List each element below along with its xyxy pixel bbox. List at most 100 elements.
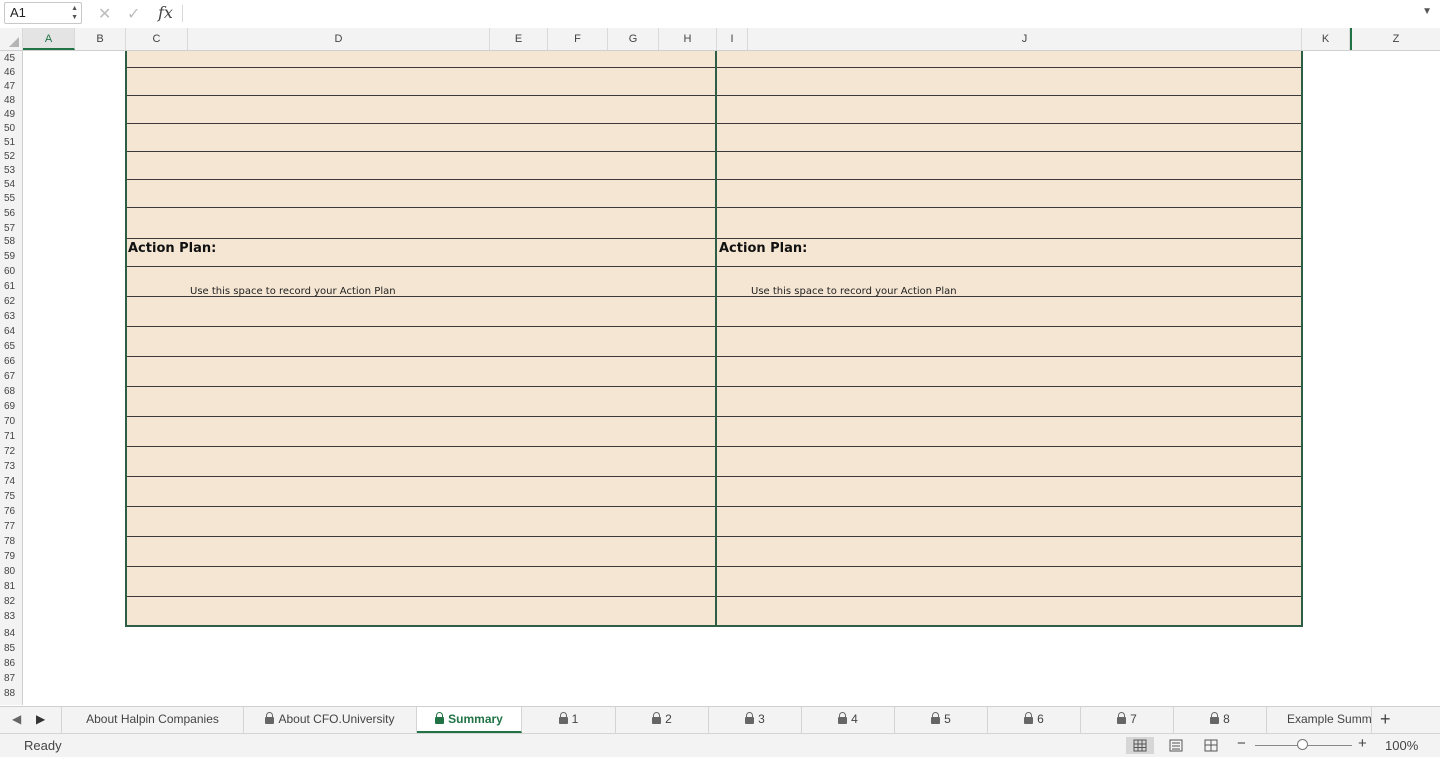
tab-label: 3: [758, 712, 765, 726]
row-header[interactable]: 74: [0, 476, 23, 488]
cancel-icon[interactable]: ✕: [98, 4, 111, 24]
insert-function-icon[interactable]: fx: [158, 3, 173, 22]
column-header-c[interactable]: C: [126, 28, 188, 50]
row-header[interactable]: 54: [0, 179, 23, 191]
cell-border: [127, 386, 715, 387]
column-header-i[interactable]: I: [717, 28, 748, 50]
tab-sheet-6[interactable]: 6: [988, 707, 1081, 733]
row-header[interactable]: 64: [0, 326, 23, 338]
zoom-in-button[interactable]: +: [1358, 735, 1367, 752]
row-header[interactable]: 61: [0, 281, 23, 293]
row-header[interactable]: 67: [0, 371, 23, 383]
row-header[interactable]: 71: [0, 431, 23, 443]
column-header-e[interactable]: E: [490, 28, 548, 50]
column-header-z[interactable]: Z: [1352, 28, 1440, 50]
row-header[interactable]: 63: [0, 311, 23, 323]
page-layout-button[interactable]: [1162, 737, 1190, 754]
cell-border: [127, 95, 715, 96]
column-header-f[interactable]: F: [548, 28, 608, 50]
row-header[interactable]: 83: [0, 611, 23, 623]
row-header[interactable]: 45: [0, 53, 23, 65]
row-header[interactable]: 72: [0, 446, 23, 458]
row-header[interactable]: 48: [0, 95, 23, 107]
row-header[interactable]: 47: [0, 81, 23, 93]
row-header[interactable]: 81: [0, 581, 23, 593]
page-break-button[interactable]: [1197, 737, 1225, 754]
row-header[interactable]: 68: [0, 386, 23, 398]
cell-border: [717, 266, 1301, 267]
right-panel[interactable]: Action Plan: Use this space to record yo…: [715, 51, 1303, 627]
row-header[interactable]: 78: [0, 536, 23, 548]
tab-sheet-2[interactable]: 2: [616, 707, 709, 733]
tab-example-summary[interactable]: Example Summ: [1267, 707, 1372, 733]
column-header-d[interactable]: D: [188, 28, 490, 50]
tab-summary[interactable]: Summary: [417, 707, 522, 733]
cell-border: [717, 326, 1301, 327]
row-header[interactable]: 75: [0, 491, 23, 503]
left-panel[interactable]: Action Plan: Use this space to record yo…: [125, 51, 717, 627]
tab-sheet-4[interactable]: 4: [802, 707, 895, 733]
sheet-grid[interactable]: Action Plan: Use this space to record yo…: [23, 51, 1440, 705]
freeze-pane-divider[interactable]: [1350, 28, 1352, 50]
tab-about-halpin[interactable]: About Halpin Companies: [61, 707, 244, 733]
cell-border: [127, 296, 715, 297]
tab-label: 5: [944, 712, 951, 726]
tab-sheet-1[interactable]: 1: [522, 707, 616, 733]
zoom-level[interactable]: 100%: [1385, 738, 1418, 753]
tab-sheet-5[interactable]: 5: [895, 707, 988, 733]
row-header[interactable]: 56: [0, 208, 23, 220]
cell-border: [717, 356, 1301, 357]
column-header-a[interactable]: A: [23, 28, 75, 50]
row-header[interactable]: 84: [0, 628, 23, 640]
row-header[interactable]: 52: [0, 151, 23, 163]
row-header[interactable]: 79: [0, 551, 23, 563]
zoom-slider-thumb[interactable]: [1297, 739, 1308, 750]
row-header[interactable]: 50: [0, 123, 23, 135]
row-header[interactable]: 51: [0, 137, 23, 149]
row-header[interactable]: 80: [0, 566, 23, 578]
row-header[interactable]: 86: [0, 658, 23, 670]
tab-sheet-8[interactable]: 8: [1174, 707, 1267, 733]
row-header[interactable]: 87: [0, 673, 23, 685]
row-header[interactable]: 60: [0, 266, 23, 278]
scroll-tabs-left-icon[interactable]: ◀: [12, 712, 21, 726]
column-header-j[interactable]: J: [748, 28, 1302, 50]
row-header[interactable]: 69: [0, 401, 23, 413]
row-header[interactable]: 55: [0, 193, 23, 205]
row-header[interactable]: 53: [0, 165, 23, 177]
row-header[interactable]: 76: [0, 506, 23, 518]
normal-view-button[interactable]: [1126, 737, 1154, 754]
row-header[interactable]: 85: [0, 643, 23, 655]
confirm-icon[interactable]: ✓: [127, 4, 140, 24]
cell-border: [717, 123, 1301, 124]
column-header-g[interactable]: G: [608, 28, 659, 50]
row-header[interactable]: 73: [0, 461, 23, 473]
tab-about-cfo-university[interactable]: About CFO.University: [244, 707, 417, 733]
formula-expand-icon[interactable]: ▼: [1422, 6, 1432, 17]
select-all-corner[interactable]: [0, 28, 23, 50]
row-header[interactable]: 57: [0, 223, 23, 235]
cell-border: [717, 207, 1301, 208]
column-header-b[interactable]: B: [75, 28, 126, 50]
row-header[interactable]: 62: [0, 296, 23, 308]
row-header[interactable]: 70: [0, 416, 23, 428]
add-sheet-button[interactable]: +: [1380, 709, 1391, 730]
scroll-tabs-right-icon[interactable]: ▶: [36, 712, 45, 726]
column-header-k[interactable]: K: [1302, 28, 1350, 50]
row-header[interactable]: 88: [0, 688, 23, 700]
zoom-out-button[interactable]: −: [1237, 735, 1246, 752]
row-header[interactable]: 58: [0, 236, 23, 248]
row-header[interactable]: 49: [0, 109, 23, 121]
row-header[interactable]: 65: [0, 341, 23, 353]
row-header[interactable]: 82: [0, 596, 23, 608]
tab-sheet-3[interactable]: 3: [709, 707, 802, 733]
name-box-spinner-icon[interactable]: ▲ ▼: [71, 4, 78, 22]
row-header[interactable]: 77: [0, 521, 23, 533]
row-header[interactable]: 66: [0, 356, 23, 368]
row-header[interactable]: 59: [0, 251, 23, 263]
lock-icon: [931, 712, 941, 724]
row-header[interactable]: 46: [0, 67, 23, 79]
tab-sheet-7[interactable]: 7: [1081, 707, 1174, 733]
column-header-h[interactable]: H: [659, 28, 717, 50]
name-box[interactable]: A1 ▲ ▼: [4, 2, 82, 24]
